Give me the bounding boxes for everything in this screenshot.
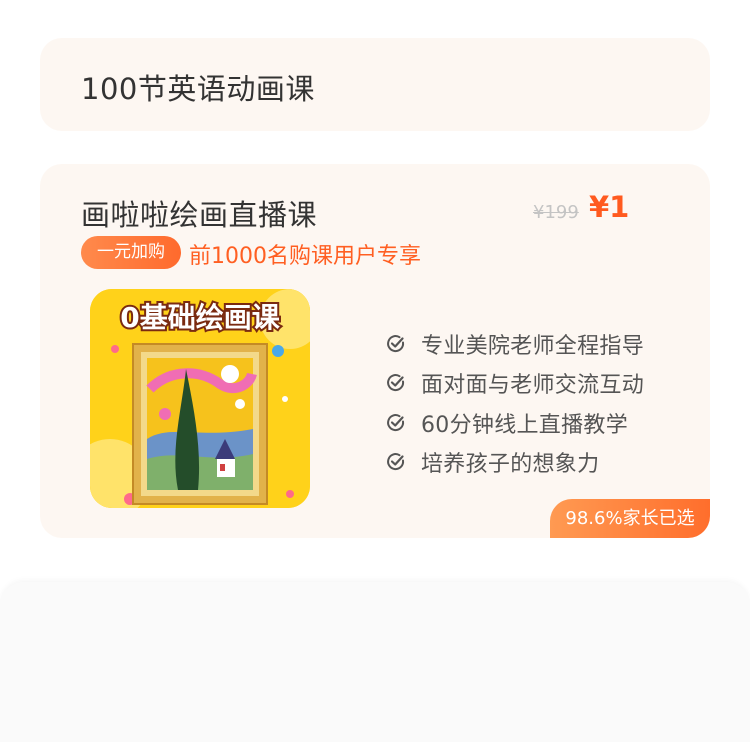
feature-item: 面对面与老师交流互动 [386,364,644,404]
english-course-card[interactable]: 100节英语动画课 [40,38,710,131]
feature-label: 专业美院老师全程指导 [421,333,645,359]
feature-item: 专业美院老师全程指导 [386,324,644,364]
course-cover-image: 0基础绘画课 [90,289,310,508]
feature-item: 60分钟线上直播教学 [386,403,644,443]
feature-label: 培养孩子的想象力 [421,452,600,478]
original-price: ¥199 [533,202,579,223]
feature-label: 60分钟线上直播教学 [421,412,628,438]
check-icon [387,334,405,352]
check-icon [387,453,405,471]
promo-text: 前1000名购课用户专享 [189,244,421,269]
feature-label: 面对面与老师交流互动 [421,373,645,399]
sale-price: ¥1 [589,190,630,224]
check-icon [387,413,405,431]
english-course-title: 100节英语动画课 [81,72,315,106]
cover-title: 0基础绘画课 [120,301,280,334]
feature-list: 专业美院老师全程指导 面对面与老师交流互动 60分钟线上直播教学 培养孩子的想象… [386,324,644,482]
check-icon [387,374,405,392]
promo-badge: 一元加购 [81,236,181,269]
drawing-course-card[interactable]: 画啦啦绘画直播课 ¥199 ¥1 一元加购 前1000名购课用户专享 0基础绘画… [40,164,710,538]
bottom-panel [0,582,750,742]
course-title: 画啦啦绘画直播课 [81,198,318,232]
feature-item: 培养孩子的想象力 [386,443,644,483]
cover-illustration: 0基础绘画课 [90,289,310,508]
selected-by-parents-badge: 98.6%家长已选 [550,499,710,538]
